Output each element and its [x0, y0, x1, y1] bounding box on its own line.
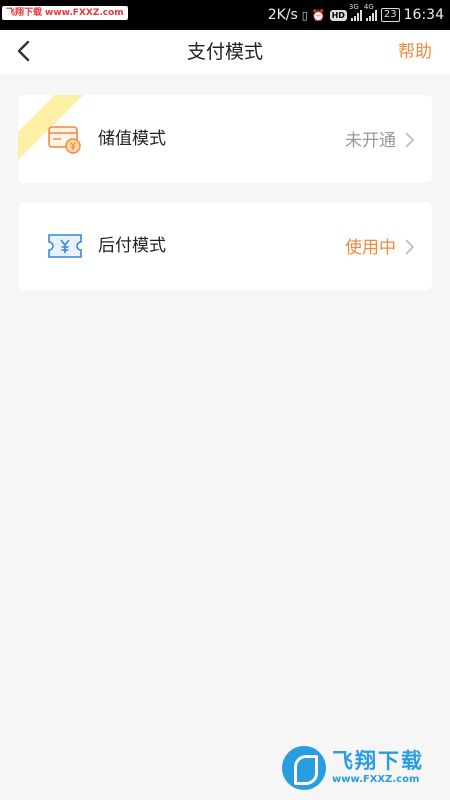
signal-4g-icon: 4G — [364, 3, 377, 21]
chevron-right-icon — [405, 132, 415, 148]
watermark-emblem-icon — [282, 746, 326, 790]
status-bar: 飞翔下载 www.FXXZ.com 2K/s ▯ ⏰ HD 3G 4G 23 16… — [0, 0, 450, 37]
ticket-yen-icon — [48, 234, 82, 258]
wallet-yen-icon — [48, 126, 81, 154]
signal-3g-icon: 3G — [349, 3, 362, 21]
watermark-badge: 飞翔下载 www.FXXZ.com — [2, 6, 128, 20]
status-icons: 2K/s ▯ ⏰ HD 3G 4G 23 16:34 — [268, 0, 444, 30]
nav-header: 支付模式 帮助 — [0, 30, 450, 74]
vibrate-icon: ▯ — [301, 8, 308, 22]
watermark-badge-url: www.FXXZ.com — [45, 8, 124, 18]
watermark-logo: 飞翔下载 www.FXXZ.com — [282, 742, 442, 794]
signal-3g-tag: 3G — [348, 3, 359, 11]
hd-icon: HD — [329, 9, 347, 21]
card-label: 后付模式 — [98, 236, 166, 256]
card-status: 使用中 — [345, 238, 396, 258]
card-label: 储值模式 — [98, 129, 166, 149]
net-speed: 2K/s — [267, 7, 298, 23]
clock: 16:34 — [403, 7, 444, 23]
page-title: 支付模式 — [186, 41, 263, 63]
battery-icon: 23 — [380, 8, 400, 22]
help-button[interactable]: 帮助 — [398, 30, 432, 74]
stored-value-mode-card[interactable]: 储值模式 未开通 — [18, 95, 432, 183]
signal-4g-tag: 4G — [363, 3, 374, 11]
watermark-url: www.FXXZ.com — [332, 774, 420, 785]
watermark-badge-name: 飞翔下载 — [6, 8, 43, 18]
alarm-icon: ⏰ — [311, 8, 326, 22]
card-status: 未开通 — [345, 131, 396, 151]
postpaid-mode-card[interactable]: 后付模式 使用中 — [18, 202, 432, 290]
chevron-right-icon — [405, 239, 415, 255]
watermark-name: 飞翔下载 — [332, 749, 424, 773]
